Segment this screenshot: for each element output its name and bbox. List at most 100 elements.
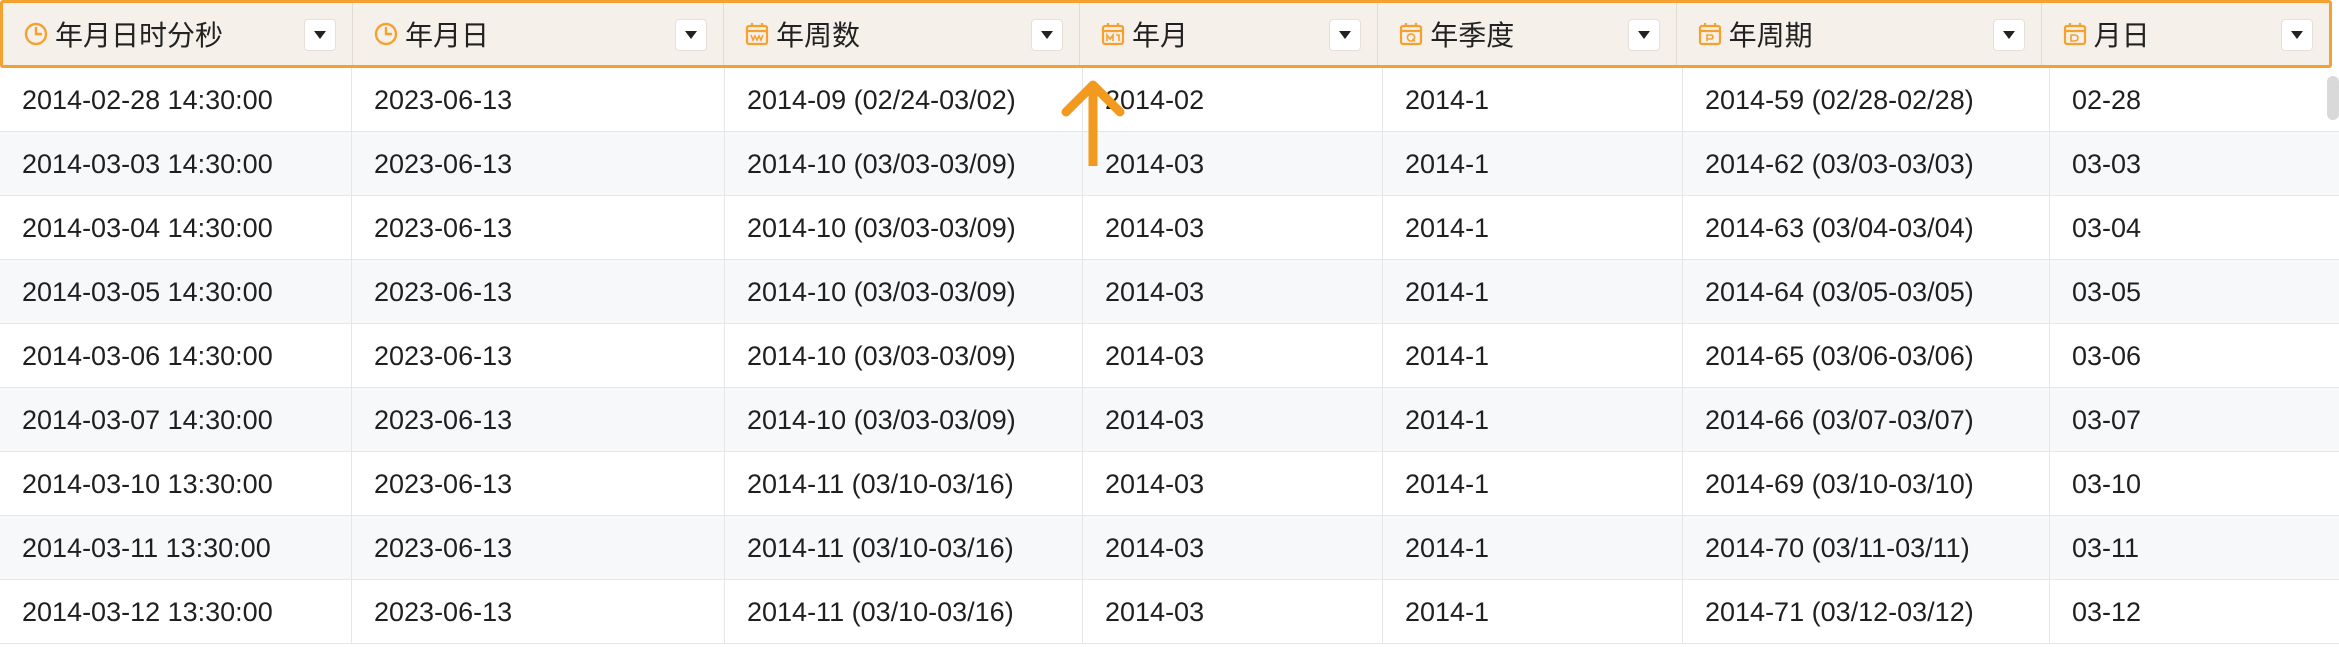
table-cell[interactable]: 2014-02-28 14:30:00	[0, 68, 352, 132]
table-cell[interactable]: 03-06	[2050, 324, 2339, 388]
table-cell[interactable]: 02-28	[2050, 68, 2339, 132]
table-cell[interactable]: 03-11	[2050, 516, 2339, 580]
vertical-scrollbar-thumb[interactable]	[2327, 76, 2339, 120]
table-cell[interactable]: 2014-10 (03/03-03/09)	[725, 260, 1083, 324]
table-cell[interactable]: 2014-1	[1383, 260, 1683, 324]
table-cell[interactable]: 2014-03-12 13:30:00	[0, 580, 352, 644]
table-cell[interactable]: 2014-03-04 14:30:00	[0, 196, 352, 260]
table-cell[interactable]: 2023-06-13	[352, 580, 725, 644]
table-cell[interactable]: 2014-03-11 13:30:00	[0, 516, 352, 580]
table-cell[interactable]: 03-10	[2050, 452, 2339, 516]
table-row[interactable]: 2014-03-03 14:30:00 2023-06-13 2014-10 (…	[0, 132, 2339, 196]
table-cell[interactable]: 03-04	[2050, 196, 2339, 260]
column-header-datetime[interactable]: 年月日时分秒	[3, 3, 354, 65]
table-cell[interactable]: 2014-1	[1383, 324, 1683, 388]
column-menu-button[interactable]	[304, 19, 337, 51]
table-cell[interactable]: 2014-10 (03/03-03/09)	[725, 388, 1083, 452]
table-row[interactable]: 2014-03-04 14:30:00 2023-06-13 2014-10 (…	[0, 196, 2339, 260]
table-cell[interactable]: 2023-06-13	[352, 196, 725, 260]
table-cell[interactable]: 2014-09 (02/24-03/02)	[725, 68, 1083, 132]
table-cell[interactable]: 2014-62 (03/03-03/03)	[1683, 132, 2050, 196]
table-cell[interactable]: 2014-65 (03/06-03/06)	[1683, 324, 2050, 388]
column-header-year-period[interactable]: 年周期	[1677, 3, 2042, 65]
table-cell[interactable]: 2014-1	[1383, 196, 1683, 260]
table-cell[interactable]: 2023-06-13	[352, 68, 725, 132]
column-menu-button[interactable]	[1030, 19, 1063, 51]
table-cell[interactable]: 2014-69 (03/10-03/10)	[1683, 452, 2050, 516]
table-cell[interactable]: 03-07	[2050, 388, 2339, 452]
grid-header: 年月日时分秒 年月日 年周数 年月 年季度 年周期 月日	[0, 0, 2332, 68]
column-menu-button[interactable]	[1992, 19, 2025, 51]
dropdown-arrow-icon	[2002, 31, 2015, 39]
table-cell[interactable]: 2014-1	[1383, 388, 1683, 452]
dropdown-arrow-icon	[1339, 31, 1352, 39]
column-header-year-week[interactable]: 年周数	[724, 3, 1080, 65]
column-header-label: 年周期	[1728, 20, 1813, 51]
dropdown-arrow-icon	[684, 31, 697, 39]
dropdown-arrow-icon	[1040, 31, 1053, 39]
table-row[interactable]: 2014-02-28 14:30:00 2023-06-13 2014-09 (…	[0, 68, 2339, 132]
dropdown-arrow-icon	[314, 31, 327, 39]
table-cell[interactable]: 03-03	[2050, 132, 2339, 196]
column-menu-button[interactable]	[674, 19, 707, 51]
table-cell[interactable]: 2014-11 (03/10-03/16)	[725, 516, 1083, 580]
table-cell[interactable]: 2014-03	[1083, 324, 1383, 388]
table-cell[interactable]: 2014-59 (02/28-02/28)	[1683, 68, 2050, 132]
table-cell[interactable]: 03-05	[2050, 260, 2339, 324]
table-cell[interactable]: 2014-03	[1083, 132, 1383, 196]
table-row[interactable]: 2014-03-11 13:30:00 2023-06-13 2014-11 (…	[0, 516, 2339, 580]
table-row[interactable]: 2014-03-12 13:30:00 2023-06-13 2014-11 (…	[0, 580, 2339, 644]
table-cell[interactable]: 2014-71 (03/12-03/12)	[1683, 580, 2050, 644]
table-cell[interactable]: 2014-1	[1383, 452, 1683, 516]
table-cell[interactable]: 2014-1	[1383, 132, 1683, 196]
table-cell[interactable]: 2014-10 (03/03-03/09)	[725, 196, 1083, 260]
column-menu-button[interactable]	[1627, 19, 1660, 51]
column-header-label: 年周数	[775, 20, 860, 51]
table-cell[interactable]: 2023-06-13	[352, 324, 725, 388]
table-row[interactable]: 2014-03-06 14:30:00 2023-06-13 2014-10 (…	[0, 324, 2339, 388]
table-row[interactable]: 2014-03-05 14:30:00 2023-06-13 2014-10 (…	[0, 260, 2339, 324]
column-header-date[interactable]: 年月日	[353, 3, 724, 65]
column-header-label: 年月日	[405, 20, 490, 51]
column-header-month-day[interactable]: 月日	[2042, 3, 2329, 65]
table-cell[interactable]: 2014-11 (03/10-03/16)	[725, 580, 1083, 644]
table-cell[interactable]: 2023-06-13	[352, 452, 725, 516]
column-header-year-month[interactable]: 年月	[1080, 3, 1379, 65]
table-cell[interactable]: 2014-10 (03/03-03/09)	[725, 132, 1083, 196]
column-menu-button[interactable]	[1329, 19, 1362, 51]
dropdown-arrow-icon	[2290, 31, 2303, 39]
column-header-year-quarter[interactable]: 年季度	[1378, 3, 1677, 65]
table-cell[interactable]: 2014-03	[1083, 388, 1383, 452]
table-cell[interactable]: 2023-06-13	[352, 260, 725, 324]
table-cell[interactable]: 2014-11 (03/10-03/16)	[725, 452, 1083, 516]
table-cell[interactable]: 2014-03	[1083, 580, 1383, 644]
table-cell[interactable]: 2014-1	[1383, 580, 1683, 644]
table-cell[interactable]: 2014-03-05 14:30:00	[0, 260, 352, 324]
column-menu-button[interactable]	[2280, 19, 2313, 51]
table-row[interactable]: 2014-03-07 14:30:00 2023-06-13 2014-10 (…	[0, 388, 2339, 452]
table-cell[interactable]: 2023-06-13	[352, 516, 725, 580]
calendar-quarter-icon	[1398, 21, 1424, 47]
column-header-label: 年月	[1131, 20, 1188, 51]
table-cell[interactable]: 2023-06-13	[352, 132, 725, 196]
table-cell[interactable]: 2023-06-13	[352, 388, 725, 452]
table-cell[interactable]: 2014-03	[1083, 452, 1383, 516]
table-cell[interactable]: 2014-63 (03/04-03/04)	[1683, 196, 2050, 260]
table-cell[interactable]: 2014-66 (03/07-03/07)	[1683, 388, 2050, 452]
table-cell[interactable]: 2014-03-10 13:30:00	[0, 452, 352, 516]
table-cell[interactable]: 2014-70 (03/11-03/11)	[1683, 516, 2050, 580]
table-cell[interactable]: 03-12	[2050, 580, 2339, 644]
table-cell[interactable]: 2014-03	[1083, 516, 1383, 580]
table-cell[interactable]: 2014-03-07 14:30:00	[0, 388, 352, 452]
table-cell[interactable]: 2014-64 (03/05-03/05)	[1683, 260, 2050, 324]
column-resize-arrow-icon	[1061, 80, 1125, 166]
table-cell[interactable]: 2014-03-06 14:30:00	[0, 324, 352, 388]
table-row[interactable]: 2014-03-10 13:30:00 2023-06-13 2014-11 (…	[0, 452, 2339, 516]
table-cell[interactable]: 2014-03	[1083, 196, 1383, 260]
table-cell[interactable]: 2014-1	[1383, 68, 1683, 132]
table-cell[interactable]: 2014-02	[1083, 68, 1383, 132]
table-cell[interactable]: 2014-1	[1383, 516, 1683, 580]
table-cell[interactable]: 2014-03-03 14:30:00	[0, 132, 352, 196]
table-cell[interactable]: 2014-03	[1083, 260, 1383, 324]
table-cell[interactable]: 2014-10 (03/03-03/09)	[725, 324, 1083, 388]
